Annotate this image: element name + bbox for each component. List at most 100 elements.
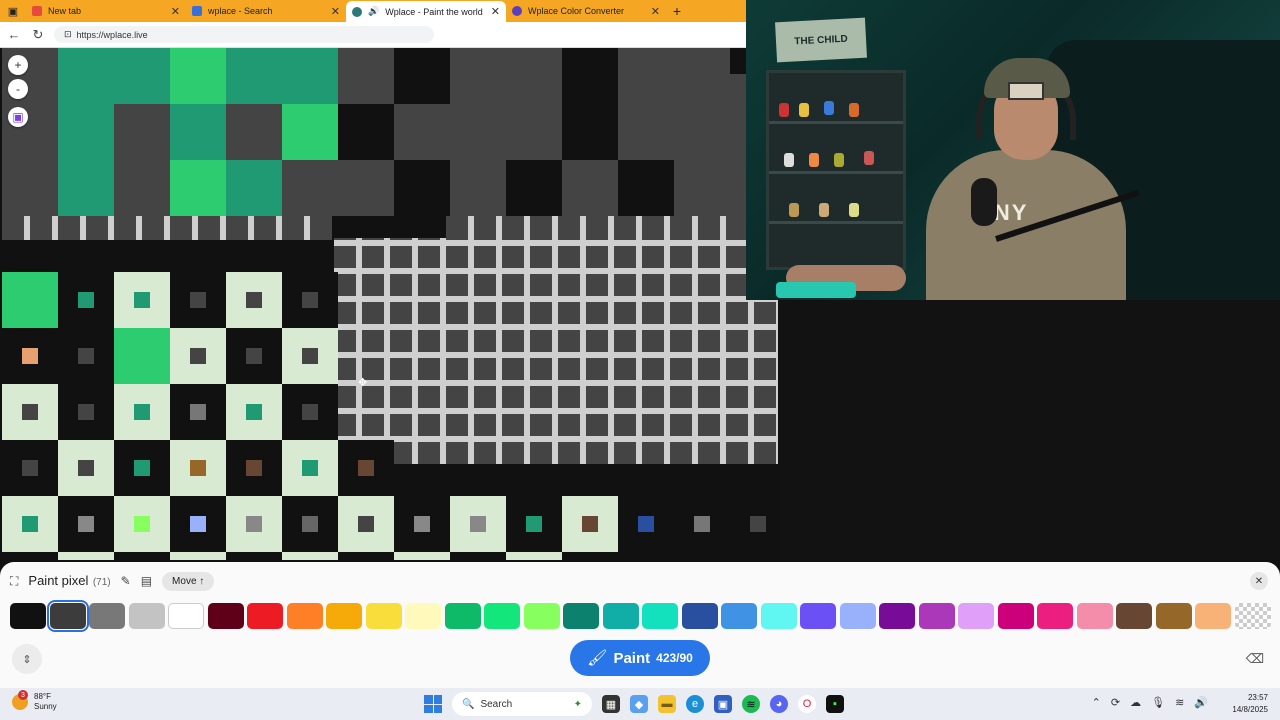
pixel-cell[interactable] [58,496,114,552]
pixel-cell[interactable] [338,552,394,560]
zoom-in-button[interactable]: + [8,55,28,75]
pixel-cell[interactable] [114,160,170,216]
speaker-icon[interactable]: 🔊 [368,6,379,17]
terminal-app-icon[interactable]: ▪ [826,695,844,713]
taskbar-clock[interactable]: 23:57 14/8/2025 [1232,692,1268,716]
close-tab-icon[interactable]: ✕ [491,5,500,18]
pixel-cell[interactable] [226,272,282,328]
color-swatch[interactable] [602,603,639,629]
pixel-cell[interactable] [282,440,338,496]
pixel-cell[interactable] [450,496,506,552]
pixel-cell[interactable] [394,552,450,560]
pixel-cell[interactable] [114,552,170,560]
pixel-cell[interactable] [338,440,394,496]
color-swatch[interactable] [523,603,560,629]
color-swatch[interactable] [128,603,165,629]
color-swatch[interactable] [1155,603,1192,629]
pixel-cell[interactable] [170,104,226,160]
pixel-cell[interactable] [562,552,618,560]
pixel-cell[interactable] [114,440,170,496]
url-field[interactable]: ⊡ https://wplace.live [54,26,434,43]
pixel-cell[interactable] [170,440,226,496]
pixel-cell[interactable] [58,384,114,440]
pixel-cell[interactable] [450,48,506,104]
pixel-cell[interactable] [618,496,674,552]
color-swatch[interactable] [1037,603,1073,629]
pixel-cell[interactable] [674,104,730,160]
color-swatch[interactable] [681,603,718,629]
twitch-icon[interactable]: ▣ [8,107,28,127]
pixel-cell[interactable] [2,496,58,552]
pixel-cell[interactable] [394,104,450,160]
color-swatch[interactable] [168,603,204,629]
pixel-cell[interactable] [282,272,338,328]
color-swatch[interactable] [760,603,797,629]
pixel-cell[interactable] [338,48,394,104]
pixel-cell[interactable] [562,160,618,216]
eraser-icon[interactable]: ⌫ [1242,646,1268,672]
pixel-cell[interactable] [282,160,338,216]
site-info-icon[interactable]: ⊡ [64,29,72,40]
color-swatch[interactable] [918,603,955,629]
pixel-cell[interactable] [506,496,562,552]
pixel-cell[interactable] [58,160,114,216]
spotify-icon[interactable]: ≋ [742,695,760,713]
pixel-cell[interactable] [58,272,114,328]
pixel-cell[interactable] [58,440,114,496]
tab-wplace-search[interactable]: wplace - Search ✕ [186,0,346,22]
zoom-out-button[interactable]: - [8,79,28,99]
color-swatch[interactable] [1195,603,1231,629]
pixel-cell[interactable] [58,552,114,560]
pixel-cell[interactable] [2,160,58,216]
pixel-cell[interactable] [226,384,282,440]
pattern-region[interactable] [334,238,778,464]
pixel-cell[interactable] [338,496,394,552]
pixel-cell[interactable] [282,328,338,384]
pixel-cell[interactable] [394,496,450,552]
close-panel-icon[interactable]: ✕ [1250,572,1268,590]
pixel-cell[interactable] [2,384,58,440]
pixel-cell[interactable] [114,104,170,160]
pixel-cell[interactable] [170,328,226,384]
color-swatch[interactable] [839,603,876,629]
pixel-cell[interactable] [226,496,282,552]
color-swatch[interactable] [207,603,244,629]
taskbar-search[interactable]: 🔍 Search ✦ [452,692,592,716]
pixel-cell[interactable] [170,48,226,104]
tab-color-converter[interactable]: Wplace Color Converter ✕ [506,0,666,22]
color-swatch[interactable] [1234,603,1271,629]
task-view-icon[interactable]: ▦ [602,695,620,713]
pixel-cell[interactable] [674,552,730,560]
pixel-cell[interactable] [506,104,562,160]
expand-chevron-icon[interactable]: ⇕ [12,644,42,674]
color-swatch[interactable] [326,603,362,629]
pixel-cell[interactable] [114,48,170,104]
pixel-cell[interactable] [562,104,618,160]
color-swatch[interactable] [405,603,441,629]
color-swatch[interactable] [247,603,283,629]
pixel-cell[interactable] [282,496,338,552]
pixel-cell[interactable] [450,104,506,160]
pixel-cell[interactable] [226,160,282,216]
close-tab-icon[interactable]: ✕ [331,5,340,18]
pixel-cell[interactable] [170,384,226,440]
pixel-cell[interactable] [506,160,562,216]
color-swatch[interactable] [997,603,1034,629]
pixel-cell[interactable] [338,104,394,160]
pixel-cell[interactable] [58,328,114,384]
close-tab-icon[interactable]: ✕ [171,5,180,18]
pixel-cell[interactable] [226,104,282,160]
reload-icon[interactable]: ↻ [30,27,46,43]
canvas-dark-area[interactable] [780,300,1280,560]
tray-chevron-icon[interactable]: ⌃ [1092,696,1101,709]
fullscreen-icon[interactable]: ⛶ [10,574,18,589]
pixel-cell[interactable] [226,552,282,560]
pixel-cell[interactable] [674,160,730,216]
pixel-cell[interactable] [170,496,226,552]
pixel-cell[interactable] [58,104,114,160]
close-tab-icon[interactable]: ✕ [651,5,660,18]
pixel-cell[interactable] [730,496,780,552]
pixel-cell[interactable] [282,104,338,160]
sync-icon[interactable]: ⟳ [1111,696,1120,709]
pixel-cell[interactable] [450,552,506,560]
